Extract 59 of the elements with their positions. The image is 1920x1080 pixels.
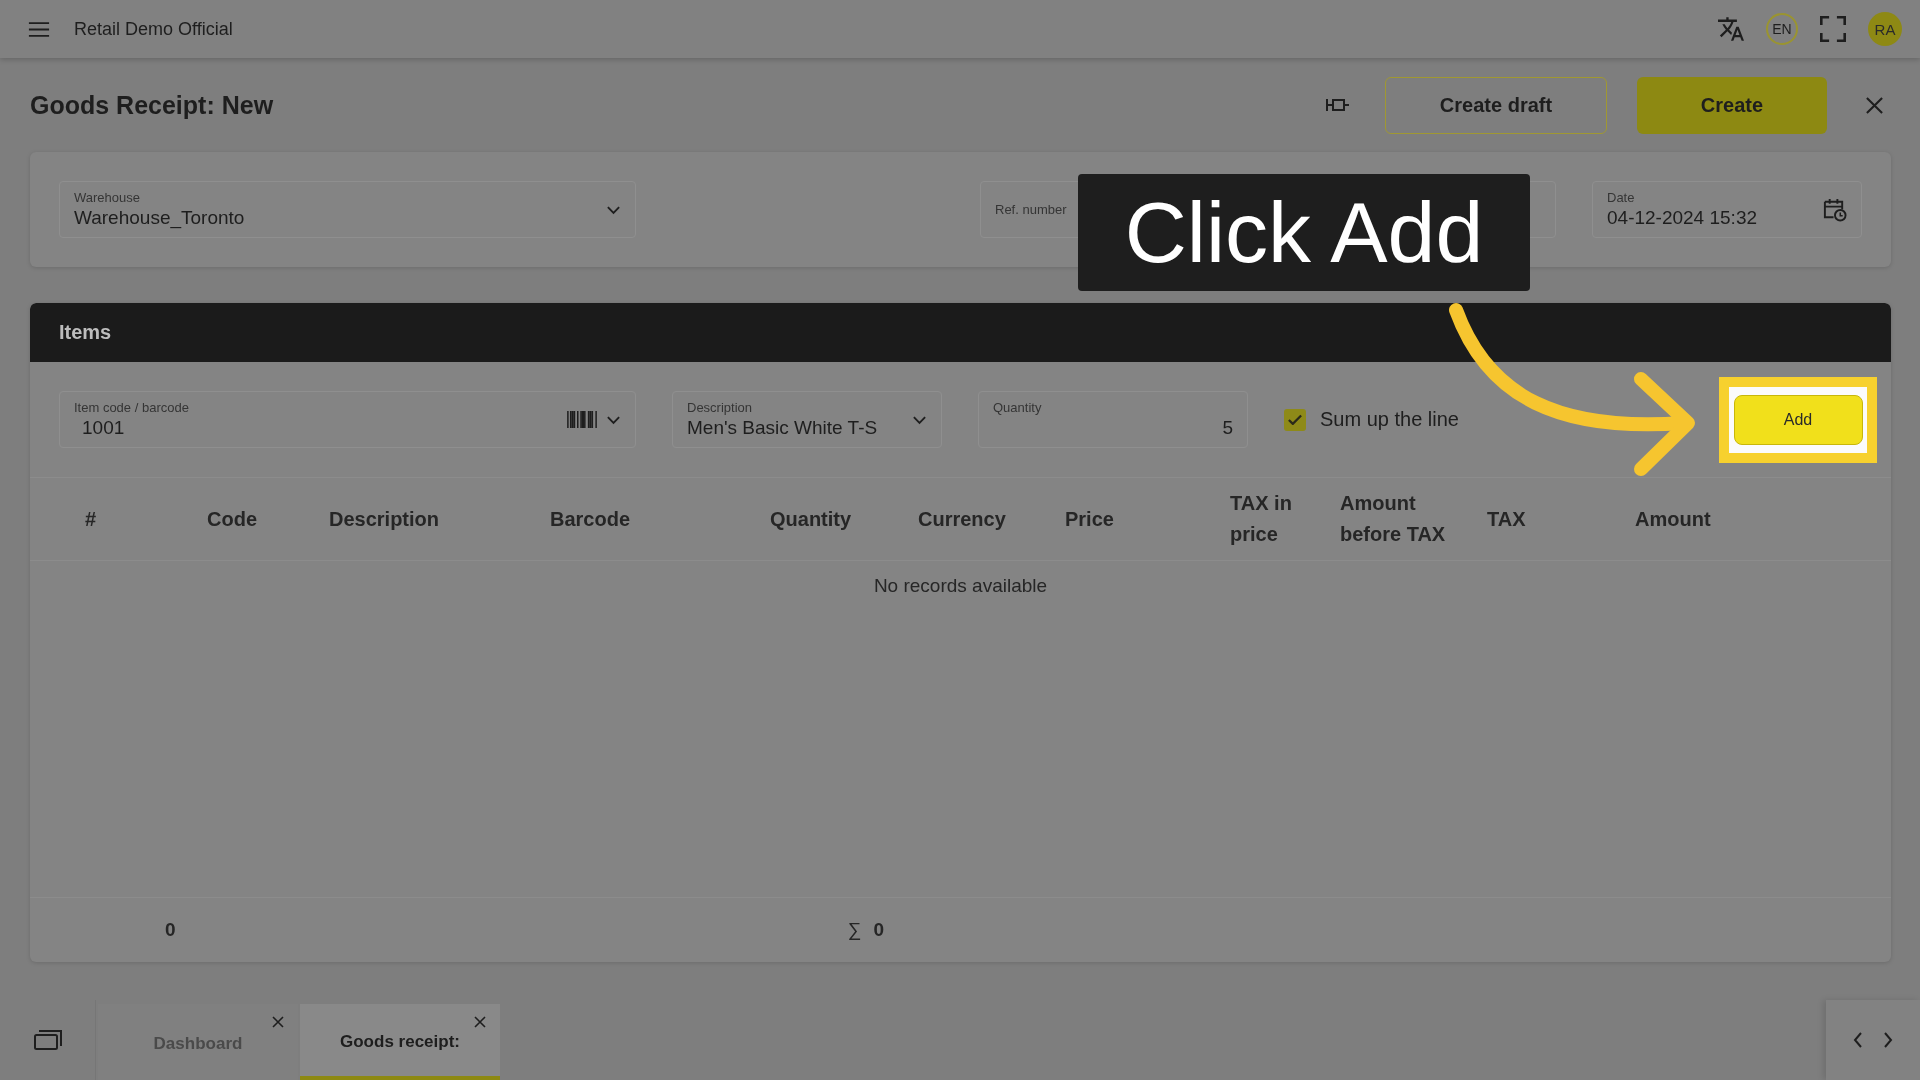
column-header[interactable]: Price	[1065, 503, 1200, 535]
select-field[interactable]: Description Men's Basic White T-S	[672, 391, 942, 448]
column-header[interactable]: Amount before TAX	[1340, 488, 1457, 550]
column-header[interactable]: TAX in price	[1230, 488, 1310, 550]
number-field[interactable]: Quantity 5	[978, 391, 1248, 448]
column-header[interactable]: Code	[207, 503, 299, 535]
field-value: Men's Basic White T-S	[687, 417, 879, 439]
field-label: Warehouse	[74, 190, 141, 205]
row-count: 0	[165, 919, 176, 940]
select-field[interactable]: Warehouse Warehouse_Toronto	[59, 181, 636, 238]
translate-icon[interactable]	[1718, 16, 1744, 42]
column-header[interactable]: Barcode	[550, 503, 740, 535]
calendar-clock-icon[interactable]	[1822, 197, 1847, 222]
app-title: Retail Demo Official	[74, 18, 233, 40]
barcode-icon[interactable]	[566, 410, 598, 429]
chevron-down-icon	[606, 414, 621, 425]
column-header[interactable]: Quantity	[770, 503, 888, 535]
empty-message: No records available	[873, 575, 1048, 598]
column-header[interactable]: Amount	[1635, 503, 1861, 535]
user-avatar[interactable]: RA	[1868, 12, 1902, 46]
section-title: Items	[59, 321, 112, 344]
field-label: Date	[1607, 190, 1636, 205]
quantity-total: 0	[873, 919, 885, 941]
field-label: Ref. number	[995, 202, 1068, 217]
chevron-down-icon	[606, 204, 621, 215]
fullscreen-icon[interactable]	[1820, 16, 1846, 42]
sum-symbol: ∑	[848, 919, 862, 941]
checkbox[interactable]	[1284, 408, 1306, 431]
menu-icon[interactable]	[28, 20, 50, 38]
checkbox-label: Sum up the line	[1320, 408, 1459, 431]
page-title: Goods Receipt: New	[30, 90, 274, 120]
field-value: Warehouse_Toronto	[74, 207, 246, 229]
field-label: Item code / barcode	[74, 400, 190, 415]
field-value: 5	[1221, 417, 1233, 439]
chevron-left-icon[interactable]	[1853, 1032, 1863, 1048]
window-tab[interactable]: Goods receipt:	[300, 1004, 500, 1080]
windows-icon[interactable]	[32, 1029, 63, 1051]
primary-button[interactable]: Create	[1637, 76, 1827, 134]
chevron-down-icon	[912, 414, 927, 425]
outline-button[interactable]: Create draft	[1385, 76, 1607, 134]
chevron-right-icon[interactable]	[1883, 1032, 1893, 1048]
column-header[interactable]: Description	[329, 503, 520, 535]
language-button[interactable]: EN	[1766, 13, 1798, 45]
close-icon[interactable]	[474, 1016, 486, 1028]
date-field[interactable]: Date 04-12-2024 15:32	[1592, 181, 1862, 238]
close-icon[interactable]	[1865, 95, 1884, 115]
add-button[interactable]: Add	[1733, 394, 1863, 445]
field-value: 04-12-2024 15:32	[1607, 207, 1758, 229]
select-field[interactable]: Item code / barcode 1001	[59, 391, 636, 448]
column-header[interactable]: TAX	[1487, 503, 1605, 535]
instruction-tooltip: Click Add	[1078, 174, 1530, 291]
field-label: Description	[687, 400, 754, 415]
close-icon[interactable]	[272, 1016, 284, 1028]
pin-icon[interactable]	[1325, 97, 1351, 113]
column-header[interactable]: Currency	[918, 503, 1035, 535]
field-value: 1001	[81, 417, 126, 439]
check-icon	[1288, 414, 1302, 425]
field-label: Quantity	[993, 400, 1043, 415]
column-header[interactable]: #	[85, 503, 177, 535]
